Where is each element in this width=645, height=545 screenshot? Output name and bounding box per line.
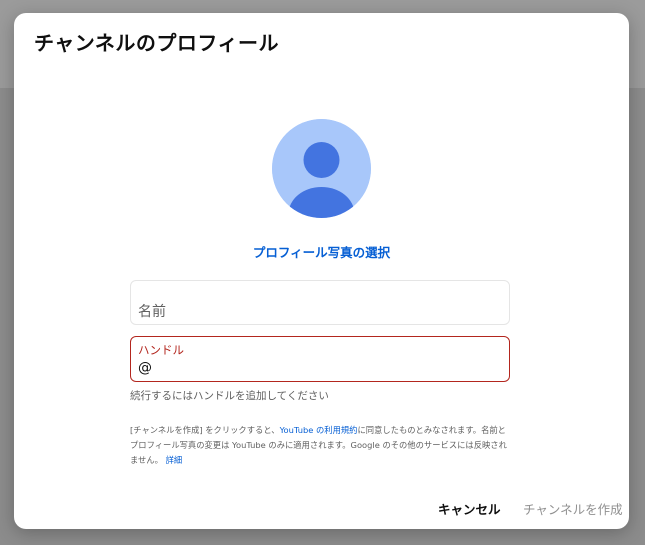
create-channel-button[interactable]: チャンネルを作成 (523, 499, 623, 518)
dialog-title: チャンネルのプロフィール (34, 31, 279, 55)
handle-at-prefix: @ (138, 360, 152, 376)
name-placeholder: 名前 (138, 304, 166, 320)
channel-profile-dialog: チャンネルのプロフィール プロフィール写真の選択 名前 ハンドル @ 続行するに… (14, 13, 629, 529)
disclaimer-text-1: [チャンネルを作成] をクリックすると、 (130, 425, 280, 435)
cancel-button[interactable]: キャンセル (438, 499, 501, 518)
choose-profile-photo-link[interactable]: プロフィール写真の選択 (14, 242, 629, 261)
handle-helper-text: 続行するにはハンドルを追加してください (130, 390, 329, 402)
handle-input[interactable] (155, 358, 495, 378)
details-link[interactable]: 詳細 (166, 455, 183, 465)
terms-disclaimer: [チャンネルを作成] をクリックすると、YouTube の利用規約に同意したもの… (130, 423, 512, 468)
handle-field[interactable]: ハンドル @ (130, 336, 510, 382)
terms-of-service-link[interactable]: YouTube の利用規約 (280, 425, 358, 435)
handle-label: ハンドル (138, 343, 184, 357)
default-person-avatar-icon (272, 119, 371, 218)
profile-avatar[interactable] (272, 119, 371, 218)
name-field[interactable]: 名前 (130, 280, 510, 325)
